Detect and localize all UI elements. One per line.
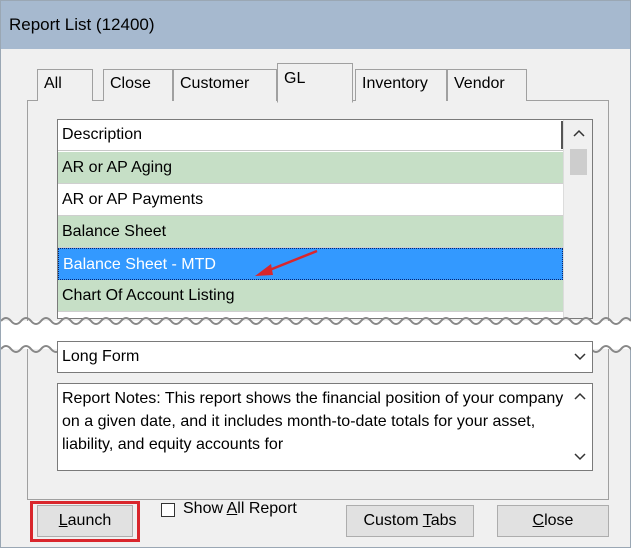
report-notes[interactable]: Report Notes: This report shows the fina…: [57, 383, 593, 471]
scroll-up-icon[interactable]: [568, 386, 592, 409]
scroll-up-icon[interactable]: [564, 120, 592, 148]
custom-tabs-button[interactable]: Custom Tabs: [346, 505, 474, 537]
report-list-window: Report List (12400) All Close Customer G…: [0, 0, 631, 548]
close-button[interactable]: Close: [497, 505, 609, 537]
tab-vendor[interactable]: Vendor: [447, 69, 527, 101]
launch-button[interactable]: Launch: [37, 505, 133, 537]
list-item[interactable]: AR or AP Aging: [58, 152, 563, 184]
annotation-arrow-icon: [255, 249, 318, 276]
tab-customer[interactable]: Customer: [173, 69, 277, 101]
list-item[interactable]: Chart Of Account Listing: [58, 280, 563, 312]
tab-all[interactable]: All: [37, 69, 93, 101]
list-scrollbar[interactable]: [563, 120, 592, 318]
list-item[interactable]: Balance Sheet: [58, 216, 563, 248]
tab-gl[interactable]: GL: [277, 63, 353, 103]
tab-close[interactable]: Close: [103, 69, 173, 101]
show-all-checkbox[interactable]: [161, 503, 175, 517]
list-item[interactable]: AR or AP Payments: [58, 184, 563, 216]
scroll-down-icon[interactable]: [568, 446, 592, 469]
format-dropdown[interactable]: Long Form: [57, 341, 593, 373]
tab-inventory[interactable]: Inventory: [355, 69, 447, 101]
scroll-thumb[interactable]: [570, 149, 587, 175]
report-list[interactable]: Description AR or AP Aging AR or AP Paym…: [57, 119, 593, 319]
show-all-label[interactable]: Show All Report: [183, 497, 297, 521]
window-title: Report List (12400): [1, 1, 630, 49]
notes-scrollbar[interactable]: [568, 384, 592, 470]
column-header-description[interactable]: Description: [58, 120, 563, 151]
chevron-down-icon[interactable]: [568, 342, 592, 372]
tab-strip: All Close Customer GL Inventory Vendor: [37, 63, 597, 103]
